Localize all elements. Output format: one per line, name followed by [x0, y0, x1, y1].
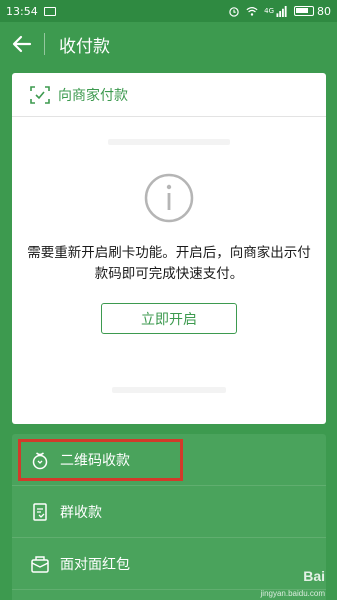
menu-item-group-receive[interactable]: 群收款 [12, 486, 326, 538]
page-title: 收付款 [59, 36, 110, 57]
alarm-icon [229, 6, 239, 17]
group-bill-icon [33, 502, 47, 521]
battery-level: 80 [317, 4, 331, 18]
menu-item-qr-receive[interactable]: 二维码收款 [12, 434, 326, 486]
reenable-notice: 需要重新开启刷卡功能。开启后，向商家出示付款码即可完成快速支付。 [27, 245, 311, 282]
info-icon [144, 173, 194, 223]
baidu-watermark: Bai jingyan.baidu.com [249, 568, 329, 598]
menu-item-label: 面对面红包 [60, 556, 130, 573]
ghost-placeholder [108, 139, 230, 145]
status-bar: 13:54 4G 80 [0, 0, 337, 22]
ghost-placeholder [112, 387, 226, 393]
app-bar: 收付款 [0, 22, 337, 66]
wifi-icon [246, 6, 258, 16]
red-packet-icon [31, 555, 49, 573]
menu-item-label: 群收款 [60, 504, 102, 521]
status-time: 13:54 [6, 4, 38, 18]
battery: 80 [294, 5, 331, 18]
title-divider [44, 33, 45, 55]
scan-icon [30, 85, 50, 104]
watermark-site: jingyan.baidu.com [260, 589, 325, 598]
mail-icon [43, 6, 56, 16]
back-arrow-icon[interactable] [10, 32, 34, 56]
network-type: 4G [264, 6, 274, 15]
status-right: 4G 80 [228, 5, 331, 18]
qr-pouch-icon [32, 451, 48, 469]
pay-merchant-label: 向商家付款 [58, 87, 128, 104]
watermark-brand: Bai [303, 568, 325, 584]
menu-item-label: 二维码收款 [60, 452, 130, 469]
enable-now-button[interactable]: 立即开启 [101, 303, 237, 334]
pay-merchant-header[interactable]: 向商家付款 [12, 73, 326, 117]
battery-icon [294, 6, 314, 16]
signal-icon [276, 5, 287, 17]
pay-merchant-card: 向商家付款 需要重新开启刷卡功能。开启后，向商家出示付款码即可完成快速支付。 立… [12, 73, 326, 424]
